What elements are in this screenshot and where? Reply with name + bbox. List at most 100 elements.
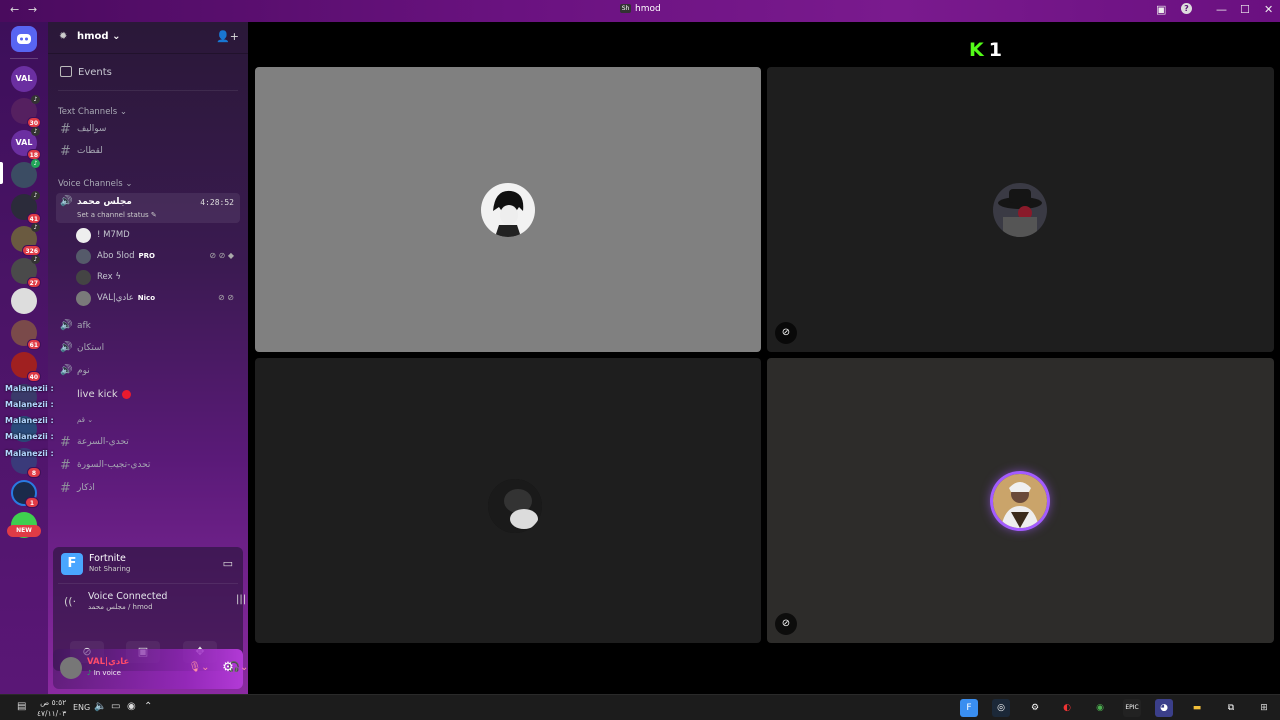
- hash-icon: #: [60, 122, 71, 137]
- avatar: [76, 249, 91, 264]
- hash-icon: #: [60, 458, 71, 473]
- video-tile-3[interactable]: [255, 358, 761, 643]
- overlay-username: Malanezii :: [5, 449, 54, 458]
- channel-text-5[interactable]: # اذكار: [56, 479, 240, 499]
- unread-badge: 61: [26, 339, 41, 350]
- channel-text-4[interactable]: # تحدي-تجيب-السورة: [56, 456, 240, 476]
- speaker-icon: ♪: [31, 127, 40, 136]
- channel-voice-3[interactable]: 🔊 نوم: [56, 362, 240, 382]
- video-tile-1[interactable]: [255, 67, 761, 352]
- category-text-channels[interactable]: Text Channels ⌄: [58, 107, 127, 117]
- forward-icon[interactable]: →: [28, 3, 37, 16]
- steam-icon[interactable]: ◎: [992, 699, 1010, 717]
- voice-connected-title[interactable]: Voice Connected: [88, 591, 167, 602]
- muted-icons: ⊘ ⊘: [218, 293, 234, 302]
- epic-games-icon[interactable]: EPIC: [1123, 699, 1141, 717]
- inbox-icon[interactable]: ▣: [1156, 3, 1166, 16]
- unread-badge: 8: [27, 467, 41, 478]
- volume-icon[interactable]: 🔈: [94, 701, 106, 712]
- channel-text-2[interactable]: # لقطات: [56, 142, 240, 162]
- kick-counter: K1: [969, 39, 1002, 61]
- avatar: [76, 270, 91, 285]
- server-icon-7[interactable]: ♪ 27: [11, 255, 41, 288]
- channel-text-1[interactable]: # سواليف: [56, 120, 240, 140]
- channel-status[interactable]: Set a channel status ✎: [77, 211, 157, 219]
- steelseries-icon[interactable]: ⚙: [1026, 699, 1044, 717]
- server-hmod-icon[interactable]: ♪: [11, 159, 40, 188]
- notification-icon[interactable]: ▤: [17, 701, 26, 712]
- game-status: Not Sharing: [89, 565, 131, 573]
- server-icon-10[interactable]: 40: [11, 352, 41, 382]
- user-panel: VAL|عادي ♪ In voice 🎙⌄ 🎧⌄: [53, 649, 248, 689]
- voice-user-name: Abo 5lod: [97, 251, 135, 261]
- channel-voice-afk[interactable]: 🔊 afk: [56, 317, 240, 337]
- server-val2-icon[interactable]: VAL ♪ 18: [11, 127, 41, 160]
- category-voice-channels[interactable]: Voice Channels ⌄: [58, 179, 132, 189]
- network-icon[interactable]: ▭: [111, 701, 120, 712]
- speaker-icon: ♪: [31, 95, 40, 104]
- server-header[interactable]: ✹ hmod ⌄ 👤+: [48, 22, 248, 54]
- hash-icon: #: [60, 435, 71, 450]
- server-val-icon[interactable]: VAL: [11, 66, 37, 92]
- channel-voice-2[interactable]: 🔊 استكان: [56, 339, 240, 359]
- minimize-button[interactable]: —: [1216, 3, 1227, 16]
- user-tag: PRO: [138, 252, 155, 260]
- clock-time: ٥:٥٢ ص: [40, 698, 67, 707]
- channel-sidebar: ✹ hmod ⌄ 👤+ Events Text Channels ⌄ # سوال…: [48, 22, 275, 694]
- server-icon-9[interactable]: 61: [11, 320, 41, 350]
- discord-home-icon[interactable]: [11, 26, 37, 52]
- noise-suppression-icon[interactable]: |||: [236, 594, 246, 605]
- mute-button[interactable]: 🎙⌄: [183, 657, 215, 679]
- chevron-up-icon[interactable]: ⌃: [144, 701, 152, 712]
- maximize-button[interactable]: ☐: [1240, 3, 1250, 16]
- server-icon-14[interactable]: 1: [11, 480, 39, 508]
- voice-user[interactable]: Rex ϟ: [76, 269, 238, 287]
- voice-connected-sub[interactable]: مجلس محمد / hmod: [88, 603, 153, 611]
- rail-divider: [10, 58, 38, 59]
- server-icon-6[interactable]: ♪ 326: [11, 223, 41, 256]
- hash-icon: #: [60, 144, 71, 159]
- file-explorer-icon[interactable]: ▬: [1188, 699, 1206, 717]
- server-icon-2[interactable]: ♪ 30: [11, 95, 41, 128]
- task-view-icon[interactable]: ⧉: [1222, 699, 1240, 717]
- server-icon-5[interactable]: ♪ 41: [11, 191, 41, 224]
- record-app-icon[interactable]: ◐: [1058, 699, 1076, 717]
- add-member-icon[interactable]: 👤+: [216, 30, 239, 43]
- chrome-icon[interactable]: ◉: [1091, 699, 1109, 717]
- channel-voice-active[interactable]: 🔊 مجلس محمد 4:28:52 Set a channel status…: [56, 193, 240, 223]
- voice-user[interactable]: ! M7MD: [76, 227, 238, 245]
- voice-user[interactable]: VAL|عادي Nico ⊘ ⊘: [76, 290, 238, 308]
- record-icon[interactable]: ◉: [127, 701, 136, 712]
- channel-label: مجلس محمد: [77, 197, 132, 207]
- channel-text-3[interactable]: # تحدي-السرعة: [56, 433, 240, 453]
- screen-share-icon[interactable]: ▭: [223, 557, 233, 570]
- back-icon[interactable]: ←: [10, 3, 19, 16]
- server-mini-icon: Sh: [620, 4, 631, 13]
- hat-avatar-icon: [998, 189, 1042, 237]
- clock-date: ٤٧/١١/٠٣: [37, 709, 67, 718]
- language-indicator[interactable]: ENG: [73, 703, 90, 712]
- channel-label: تحدي-السرعة: [77, 437, 129, 447]
- live-dot: [121, 389, 131, 399]
- video-tile-2[interactable]: ⊘: [767, 67, 1274, 352]
- speaker-icon: 🔊: [60, 196, 73, 207]
- channel-collapsed[interactable]: قم ⌄: [56, 412, 240, 432]
- server-icon-8[interactable]: [11, 288, 37, 314]
- close-button[interactable]: ✕: [1264, 3, 1273, 16]
- user-avatar[interactable]: [60, 657, 82, 679]
- discord-taskbar-icon[interactable]: ◕: [1155, 699, 1173, 717]
- fortnite-taskbar-icon[interactable]: F: [960, 699, 978, 717]
- server-name: hmod ⌄: [77, 31, 120, 42]
- user-tag: Nico: [137, 294, 156, 302]
- channel-live-kick[interactable]: live kick: [56, 385, 240, 405]
- events-item[interactable]: Events: [48, 64, 248, 84]
- settings-gear-icon[interactable]: ⚙: [216, 657, 240, 679]
- unread-badge: 27: [26, 277, 41, 288]
- anime-avatar-icon: [493, 190, 524, 237]
- speaking-avatar: [993, 474, 1047, 528]
- voice-user[interactable]: Abo 5lod PRO ⊘ ⊘ ◆: [76, 248, 238, 266]
- video-tile-4[interactable]: ⊘: [767, 358, 1274, 643]
- help-icon[interactable]: ?: [1181, 3, 1192, 14]
- windows-start-icon[interactable]: ⊞: [1255, 699, 1273, 717]
- clock[interactable]: ٥:٥٢ ص ٤٧/١١/٠٣: [37, 697, 66, 719]
